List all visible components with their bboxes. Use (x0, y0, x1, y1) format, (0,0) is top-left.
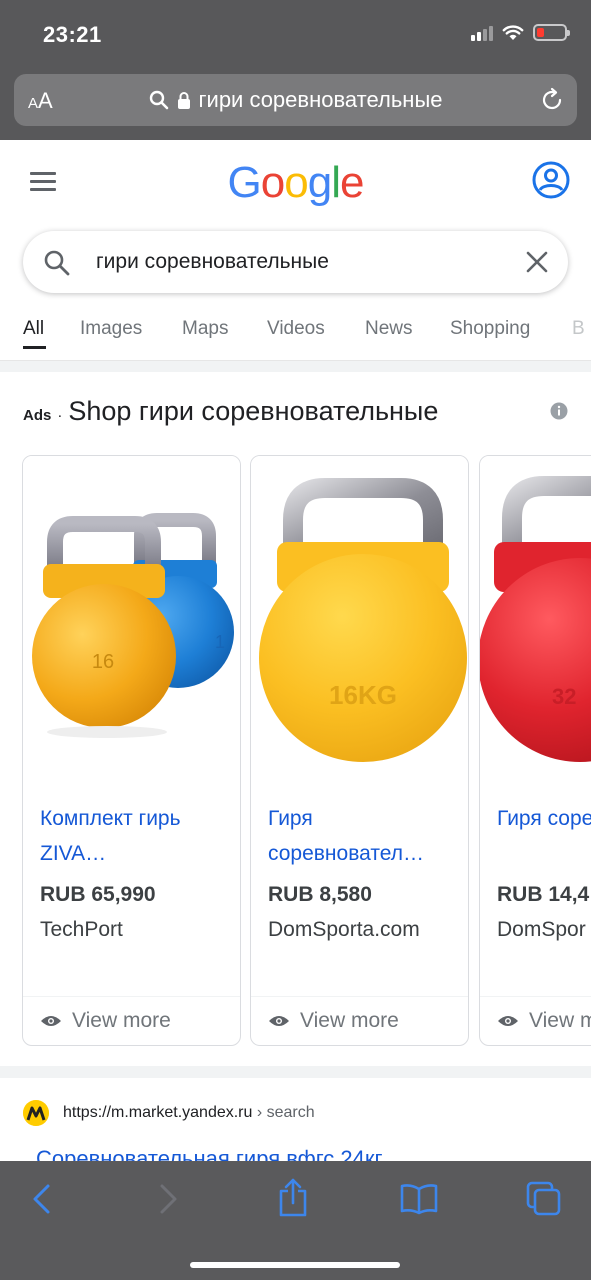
view-more-button[interactable]: View m (497, 1009, 591, 1033)
product-price: RUB 65,990 (40, 883, 156, 906)
cellular-signal-icon (471, 25, 493, 41)
view-more-label: View m (529, 1009, 591, 1032)
search-tabs: All Images Maps Videos News Shopping B (0, 306, 591, 356)
product-card[interactable]: 1 16 Комплект гирь ZIVA… RUB 65,990 Tech… (22, 455, 241, 1046)
url-display[interactable]: гири соревновательные (14, 87, 577, 113)
google-logo[interactable]: Google (0, 158, 591, 208)
product-card[interactable]: 16KG Гиря соревновател… RUB 8,580 DomSpo… (250, 455, 469, 1046)
product-image: 32 (480, 456, 591, 786)
forward-icon[interactable] (156, 1183, 180, 1215)
product-image: 1 16 (23, 456, 240, 786)
screen: 23:21 AA гири соревновательные Google ги… (0, 0, 591, 1280)
tab-books-partial[interactable]: B (572, 318, 585, 340)
status-time: 23:21 (43, 22, 102, 47)
view-more-button[interactable]: View more (40, 1009, 171, 1033)
product-carousel[interactable]: 1 16 Комплект гирь ZIVA… RUB 65,990 Tech… (22, 455, 591, 1047)
product-title[interactable]: Гиря соревновател… (268, 801, 463, 871)
search-icon (149, 90, 168, 110)
search-input[interactable]: гири соревновательные (96, 250, 329, 274)
reload-icon[interactable] (539, 87, 565, 113)
kettlebell-mark: 16 (92, 651, 114, 673)
search-result-header[interactable]: https://m.market.yandex.ru › search (23, 1100, 315, 1126)
eye-icon (269, 1016, 289, 1026)
safari-top-bar: 23:21 AA гири соревновательные (0, 0, 591, 140)
view-more-label: View more (72, 1009, 171, 1032)
tab-videos[interactable]: Videos (267, 318, 325, 340)
wifi-icon (502, 25, 524, 40)
url-text: гири соревновательные (198, 87, 443, 112)
back-icon[interactable] (30, 1183, 54, 1215)
search-icon (44, 250, 70, 276)
product-card[interactable]: 32 Гиря соревнов RUB 14,4 DomSpor View m (479, 455, 591, 1046)
result-breadcrumb: › search (256, 1104, 315, 1121)
product-title[interactable]: Комплект гирь ZIVA… (40, 801, 235, 871)
kettlebell-mark: 32 (552, 684, 576, 709)
ads-separator: · (57, 407, 63, 424)
product-store: DomSporta.com (268, 918, 420, 941)
tabs-icon[interactable] (526, 1181, 562, 1217)
section-divider (0, 360, 591, 372)
clear-icon[interactable] (524, 249, 550, 275)
section-divider (0, 1066, 591, 1078)
logo-letter-g2: g (307, 158, 333, 207)
kettlebell-mark: 1 (215, 632, 225, 652)
view-more-button[interactable]: View more (268, 1009, 399, 1033)
active-tab-indicator (23, 346, 46, 349)
product-price: RUB 8,580 (268, 883, 372, 906)
battery-icon (533, 24, 570, 41)
status-icons (471, 24, 570, 41)
eye-icon (498, 1016, 518, 1026)
eye-icon (41, 1016, 61, 1026)
kettlebell-mark: 16KG (329, 680, 397, 710)
card-footer[interactable]: View more (23, 996, 240, 1045)
tab-maps[interactable]: Maps (182, 318, 228, 340)
view-more-label: View more (300, 1009, 399, 1032)
result-url: https://m.market.yandex.ru › search (63, 1104, 315, 1122)
product-image: 16KG (251, 456, 468, 786)
home-indicator (190, 1262, 400, 1268)
info-icon[interactable] (550, 402, 568, 420)
lock-icon (177, 91, 190, 109)
tab-images[interactable]: Images (80, 318, 142, 340)
product-store: TechPort (40, 918, 123, 941)
ads-title: Shop гири соревновательные (68, 396, 439, 426)
share-icon[interactable] (277, 1177, 309, 1217)
card-footer[interactable]: View m (480, 996, 591, 1045)
tab-all[interactable]: All (23, 318, 44, 340)
logo-letter-o2: o (284, 158, 309, 207)
tab-shopping[interactable]: Shopping (450, 318, 530, 340)
product-store: DomSpor (497, 918, 586, 941)
product-title[interactable]: Гиря соревнов (497, 801, 591, 836)
logo-letter-g: G (227, 158, 262, 207)
tab-news[interactable]: News (365, 318, 413, 340)
card-footer[interactable]: View more (251, 996, 468, 1045)
product-price: RUB 14,4 (497, 883, 590, 906)
search-box[interactable]: гири соревновательные (23, 231, 568, 293)
yandex-market-favicon (23, 1100, 49, 1126)
logo-letter-l: l (331, 158, 341, 207)
bookmarks-icon[interactable] (400, 1183, 438, 1215)
account-icon[interactable] (531, 160, 571, 200)
result-domain: https://m.market.yandex.ru (63, 1104, 253, 1121)
address-bar[interactable]: AA гири соревновательные (14, 74, 577, 126)
logo-letter-e: e (339, 158, 365, 207)
google-header: Google (0, 140, 591, 230)
logo-letter-o1: o (260, 158, 286, 207)
ads-heading: Ads · Shop гири соревновательные (23, 396, 438, 427)
ads-label: Ads (23, 407, 52, 424)
